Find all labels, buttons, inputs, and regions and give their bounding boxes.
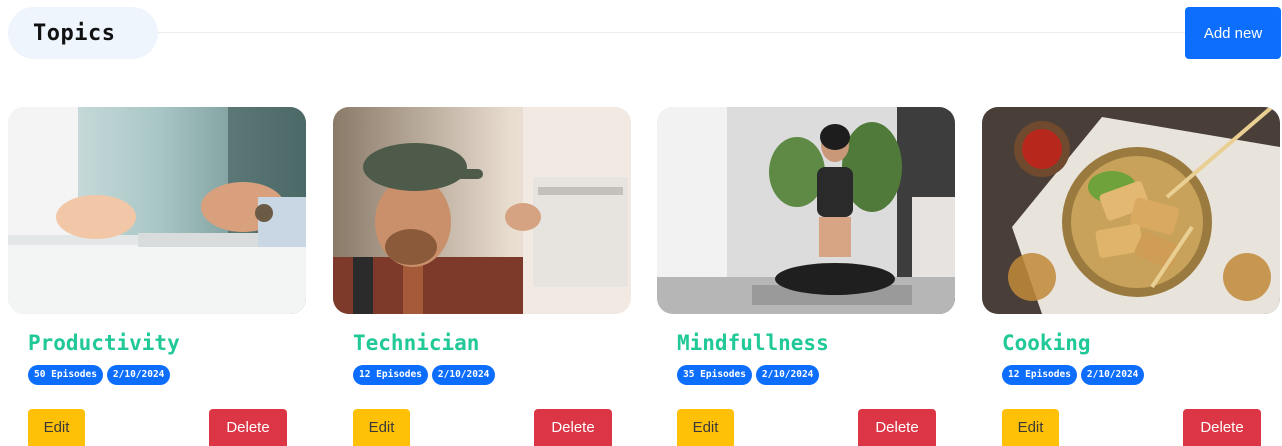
delete-button[interactable]: Delete	[209, 409, 287, 446]
topic-card-mindfullness[interactable]: Mindfullness 35 Episodes 2/10/2024 Edit …	[657, 107, 955, 446]
episodes-badge: 35 Episodes	[677, 365, 752, 385]
topic-title: Cooking	[1002, 331, 1091, 355]
date-badge: 2/10/2024	[431, 365, 496, 385]
page-title-pill: Topics	[8, 7, 158, 59]
topics-page: Topics Add new Productivity 50 Episodes …	[0, 0, 1282, 446]
delete-button[interactable]: Delete	[1183, 409, 1261, 446]
header-divider	[150, 32, 1185, 33]
page-title: Topics	[33, 20, 116, 46]
add-new-button[interactable]: Add new	[1185, 7, 1281, 59]
topic-badges: 50 Episodes 2/10/2024	[28, 365, 171, 385]
topic-title: Technician	[353, 331, 480, 355]
topic-badges: 35 Episodes 2/10/2024	[677, 365, 820, 385]
edit-button[interactable]: Edit	[28, 409, 85, 446]
delete-button[interactable]: Delete	[534, 409, 612, 446]
topic-badges: 12 Episodes 2/10/2024	[353, 365, 496, 385]
episodes-badge: 50 Episodes	[28, 365, 103, 385]
edit-button[interactable]: Edit	[677, 409, 734, 446]
date-badge: 2/10/2024	[1080, 365, 1145, 385]
topic-card-productivity[interactable]: Productivity 50 Episodes 2/10/2024 Edit …	[8, 107, 306, 446]
episodes-badge: 12 Episodes	[1002, 365, 1077, 385]
topic-title: Productivity	[28, 331, 180, 355]
topic-image-mindfullness	[657, 107, 955, 314]
topic-card-cooking[interactable]: Cooking 12 Episodes 2/10/2024 Edit Delet…	[982, 107, 1280, 446]
edit-button[interactable]: Edit	[1002, 409, 1059, 446]
topic-image-technician	[333, 107, 631, 314]
topic-title: Mindfullness	[677, 331, 829, 355]
topic-image-productivity	[8, 107, 306, 314]
topic-badges: 12 Episodes 2/10/2024	[1002, 365, 1145, 385]
topic-card-technician[interactable]: Technician 12 Episodes 2/10/2024 Edit De…	[333, 107, 631, 446]
date-badge: 2/10/2024	[106, 365, 171, 385]
edit-button[interactable]: Edit	[353, 409, 410, 446]
topic-image-cooking	[982, 107, 1280, 314]
date-badge: 2/10/2024	[755, 365, 820, 385]
episodes-badge: 12 Episodes	[353, 365, 428, 385]
delete-button[interactable]: Delete	[858, 409, 936, 446]
